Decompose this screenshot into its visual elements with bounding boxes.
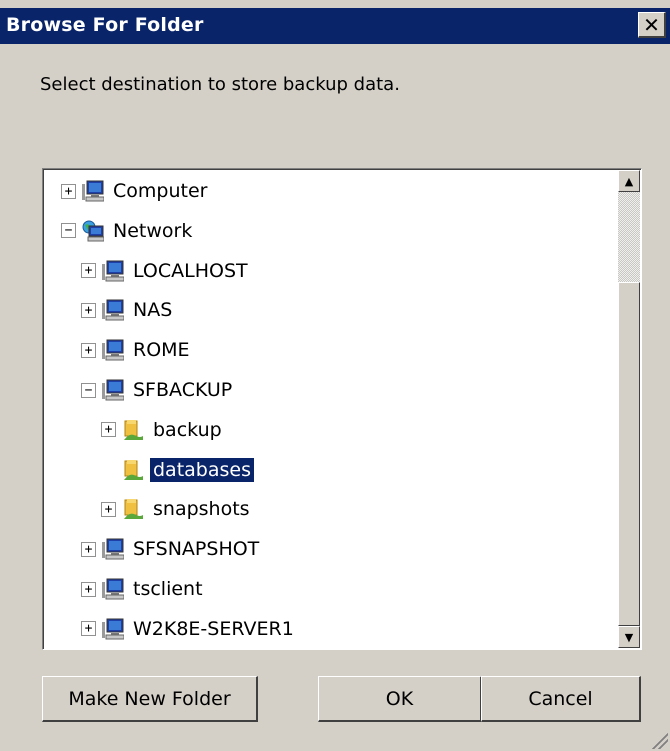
computer-icon (102, 299, 125, 321)
expand-icon[interactable]: + (81, 621, 96, 637)
expand-icon[interactable]: + (81, 342, 96, 358)
tree-item[interactable]: + snapshots (101, 492, 253, 526)
instruction-text: Select destination to store backup data. (40, 74, 400, 95)
computer-icon (102, 339, 125, 361)
shared-folder-icon (122, 419, 144, 441)
tree-item-label[interactable]: Network (110, 219, 195, 243)
arrow-down-icon: ▼ (624, 630, 634, 644)
tree-item-label[interactable]: Computer (110, 179, 210, 203)
tree-item-label[interactable]: NAS (130, 298, 175, 322)
computer-icon (102, 618, 125, 640)
tree-item-label[interactable]: snapshots (150, 497, 253, 521)
scroll-down-button[interactable]: ▼ (618, 626, 640, 648)
expand-icon[interactable]: + (81, 541, 96, 557)
cancel-button[interactable]: Cancel (481, 676, 641, 722)
folder-tree[interactable]: + Computer − Network + LOCALHOST + NAS + ROME − SFB… (42, 168, 642, 650)
shared-folder-icon (122, 459, 144, 481)
tree-item[interactable]: + NAS (81, 293, 175, 327)
tree-item-label[interactable]: ROME (130, 338, 193, 362)
tree-item-label[interactable]: SFSNAPSHOT (130, 537, 262, 561)
tree-item[interactable]: + tsclient (81, 572, 206, 606)
tree-item[interactable]: + W2K8E-SERVER1 (81, 612, 297, 646)
tree-item[interactable]: − SFBACKUP (81, 373, 235, 407)
ok-button[interactable]: OK (318, 676, 482, 722)
tree-item-label[interactable]: tsclient (130, 577, 206, 601)
scroll-thumb[interactable] (618, 282, 640, 626)
tree-item[interactable]: − Network (61, 214, 195, 248)
computer-icon (102, 260, 125, 282)
tree-item[interactable]: + LOCALHOST (81, 254, 251, 288)
window-title: Browse For Folder (6, 14, 204, 36)
expand-icon[interactable]: + (101, 422, 116, 438)
collapse-icon[interactable]: − (61, 223, 76, 239)
tree-item-label[interactable]: W2K8E-SERVER1 (130, 617, 297, 641)
expand-icon[interactable]: + (101, 501, 116, 517)
shared-folder-icon (122, 498, 144, 520)
expand-icon[interactable]: + (81, 302, 96, 318)
tree-item-label[interactable]: backup (150, 418, 225, 442)
tree-item[interactable]: + backup (101, 413, 225, 447)
tree-item-label[interactable]: LOCALHOST (130, 259, 251, 283)
computer-icon (102, 379, 125, 401)
title-bar[interactable]: Browse For Folder ✕ (0, 8, 670, 44)
arrow-up-icon: ▲ (624, 174, 634, 188)
vertical-scrollbar[interactable]: ▲ ▼ (618, 170, 640, 648)
computer-icon (102, 578, 125, 600)
make-new-folder-button[interactable]: Make New Folder (42, 676, 258, 722)
tree-item-label[interactable]: databases (150, 457, 254, 482)
scroll-track[interactable] (618, 192, 640, 282)
tree-item-label[interactable]: SFBACKUP (130, 378, 235, 402)
expand-icon[interactable]: + (81, 263, 96, 279)
expand-icon[interactable]: + (61, 183, 76, 199)
expand-icon[interactable]: + (81, 581, 96, 597)
tree-item[interactable]: + ROME (81, 333, 193, 367)
network-icon (82, 220, 105, 242)
browse-for-folder-dialog: Browse For Folder ✕ Select destination t… (0, 0, 670, 751)
computer-icon (82, 180, 105, 202)
collapse-icon[interactable]: − (81, 382, 96, 398)
resize-grip[interactable] (650, 731, 668, 749)
computer-icon (102, 538, 125, 560)
close-button[interactable]: ✕ (638, 12, 666, 38)
tree-item[interactable]: + SFSNAPSHOT (81, 532, 262, 566)
tree-item[interactable]: databases (101, 453, 254, 487)
close-icon: ✕ (643, 12, 660, 37)
scroll-up-button[interactable]: ▲ (618, 170, 640, 192)
tree-item[interactable]: + Computer (61, 174, 210, 208)
